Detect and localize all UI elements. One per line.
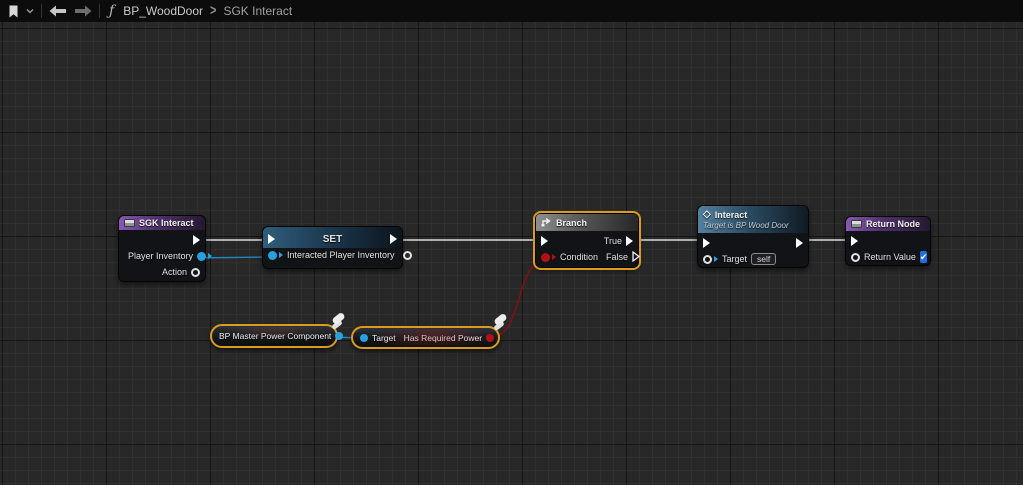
action-output-pin[interactable] bbox=[191, 268, 200, 277]
target-default-value[interactable]: self bbox=[751, 253, 776, 265]
exec-input-pin[interactable] bbox=[268, 234, 275, 244]
pin-label: Target bbox=[372, 333, 396, 343]
function-name: Has Required Power bbox=[404, 333, 482, 343]
variable-output-pin[interactable] bbox=[403, 251, 412, 260]
pin-row-exec-true: True bbox=[541, 233, 633, 249]
node-header: Return Node bbox=[846, 217, 930, 231]
pin-arrow-icon bbox=[208, 253, 212, 259]
toolbar-separator bbox=[41, 4, 42, 18]
exec-output-pin[interactable] bbox=[390, 234, 397, 244]
node-title: Branch bbox=[556, 218, 587, 228]
pin-row-variable: Interacted Player Inventory bbox=[268, 247, 397, 263]
bool-output-pin[interactable] bbox=[486, 334, 494, 342]
node-sgk-interact-entry[interactable]: SGK Interact Player Inventory Action bbox=[118, 215, 206, 282]
node-title: SGK Interact bbox=[139, 218, 194, 228]
pin-arrow-icon bbox=[279, 252, 283, 258]
node-bp-master-power-component-get[interactable]: BP Master Power Component bbox=[210, 324, 338, 348]
pin-label: True bbox=[604, 236, 622, 246]
node-header: Branch bbox=[536, 214, 638, 231]
exec-input-pin[interactable] bbox=[541, 236, 548, 246]
pin-label: Player Inventory bbox=[128, 251, 193, 261]
exec-output-pin[interactable] bbox=[796, 238, 803, 248]
node-title: Return Node bbox=[866, 219, 920, 229]
node-return[interactable]: Return Node Return Value ✔ bbox=[845, 216, 931, 266]
graph-toolbar: ƒ BP_WoodDoor > SGK Interact bbox=[0, 0, 1023, 22]
pin-row-exec bbox=[851, 233, 925, 249]
variable-name: BP Master Power Component bbox=[219, 331, 331, 341]
pin-arrow-icon bbox=[552, 254, 556, 260]
variable-input-pin[interactable] bbox=[268, 251, 277, 260]
node-header: ◇ Interact Target is BP Wood Door bbox=[698, 206, 808, 233]
pin-row-exec bbox=[703, 235, 803, 251]
pin-label: Return Value bbox=[864, 252, 916, 262]
pin-row-exec-out bbox=[124, 232, 200, 248]
pin-row-player-inventory: Player Inventory bbox=[124, 248, 200, 264]
pin-arrow-icon bbox=[714, 256, 718, 262]
forward-arrow-icon[interactable] bbox=[74, 5, 92, 17]
condition-input-pin[interactable] bbox=[541, 253, 550, 262]
function-entry-icon bbox=[124, 219, 135, 227]
breadcrumb-function-name[interactable]: SGK Interact bbox=[223, 4, 292, 18]
bookmark-dropdown-chevron-icon[interactable] bbox=[26, 8, 34, 14]
pin-row-action: Action bbox=[124, 264, 200, 280]
player-inventory-output-pin[interactable] bbox=[197, 252, 206, 261]
breadcrumb-blueprint-name[interactable]: BP_WoodDoor bbox=[123, 4, 203, 18]
return-value-input-pin[interactable] bbox=[851, 253, 860, 262]
event-diamond-icon: ◇ bbox=[703, 210, 711, 220]
target-input-pin[interactable] bbox=[360, 334, 368, 342]
pin-row-return-value: Return Value ✔ bbox=[851, 249, 925, 265]
function-icon: ƒ bbox=[109, 4, 114, 18]
function-result-icon bbox=[851, 220, 862, 228]
pin-row-target: Target self bbox=[703, 251, 803, 267]
bookmark-icon[interactable] bbox=[8, 5, 19, 18]
node-subtitle: Target is BP Wood Door bbox=[703, 221, 789, 230]
node-interact-call[interactable]: ◇ Interact Target is BP Wood Door Target… bbox=[697, 205, 809, 268]
node-branch[interactable]: Branch True Condition False bbox=[535, 213, 639, 268]
node-set-interacted-player-inventory[interactable]: SET Interacted Player Inventory bbox=[262, 226, 403, 269]
pin-label: False bbox=[606, 252, 628, 262]
pin-label: Interacted Player Inventory bbox=[287, 250, 395, 260]
exec-input-pin[interactable] bbox=[703, 238, 710, 248]
true-exec-output-pin[interactable] bbox=[626, 236, 633, 246]
pin-row-exec: SET bbox=[268, 231, 397, 247]
toolbar-separator bbox=[99, 4, 100, 18]
pin-row-condition-false: Condition False bbox=[541, 249, 633, 265]
exec-input-pin[interactable] bbox=[851, 236, 858, 246]
node-header: SGK Interact bbox=[119, 216, 205, 230]
wire-condition-bool[interactable] bbox=[491, 259, 548, 337]
pin-label: Action bbox=[162, 267, 187, 277]
return-value-checkbox[interactable]: ✔ bbox=[920, 251, 928, 263]
pin-label: Condition bbox=[560, 252, 598, 262]
target-input-pin[interactable] bbox=[703, 255, 712, 264]
branch-icon bbox=[541, 217, 552, 229]
breadcrumb-chevron-icon: > bbox=[210, 3, 216, 19]
exec-output-pin[interactable] bbox=[193, 235, 200, 245]
node-title: Interact bbox=[715, 210, 748, 220]
node-has-required-power-call[interactable]: Target Has Required Power bbox=[351, 326, 500, 349]
false-exec-output-pin[interactable] bbox=[632, 251, 640, 264]
pin-label: Target bbox=[722, 254, 747, 264]
back-arrow-icon[interactable] bbox=[49, 5, 67, 17]
node-title: SET bbox=[279, 234, 386, 245]
